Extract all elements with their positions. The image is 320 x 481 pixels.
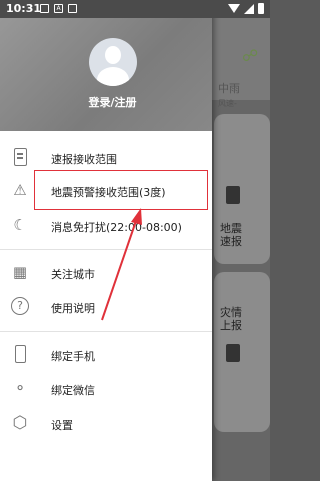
wifi-icon — [228, 4, 240, 13]
notification-icon — [40, 4, 49, 13]
arrow-line — [101, 217, 138, 321]
arrow-head — [131, 208, 142, 225]
status-indicators — [228, 3, 264, 14]
battery-icon — [258, 3, 264, 14]
notification-icon — [68, 4, 77, 13]
notification-icon: A — [54, 4, 63, 13]
status-bar: 10:31 A — [0, 0, 270, 18]
signal-icon — [244, 3, 254, 14]
status-time: 10:31 — [6, 2, 42, 15]
annotation-arrow — [101, 208, 142, 321]
